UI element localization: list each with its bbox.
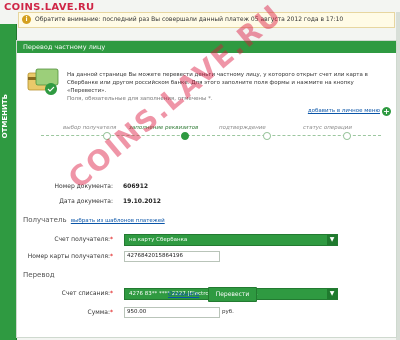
- template-link[interactable]: выбрать из шаблонов платежей: [71, 218, 165, 224]
- intro-text: На данной странице Вы можете перевести д…: [67, 71, 387, 103]
- account-select-value: на карту Сбербанка: [129, 237, 188, 243]
- step-dot-3: [263, 132, 271, 140]
- amount-unit: руб.: [222, 309, 234, 315]
- info-icon: i: [22, 15, 31, 24]
- card-label: Номер карты получателя:*: [27, 253, 113, 260]
- notice-text: Обратите внимание: последний раз Вы сове…: [35, 16, 344, 23]
- amount-label: Сумма:*: [87, 309, 114, 316]
- chevron-down-icon[interactable]: ▼: [327, 235, 337, 245]
- recipient-section: Получатель выбрать из шаблонов платежей: [23, 216, 165, 224]
- account-select[interactable]: на карту Сбербанка ▼: [124, 234, 338, 246]
- side-tab-label: ОТМЕНИТЬ: [1, 94, 9, 139]
- transfer-section-title: Перевод: [23, 271, 55, 279]
- step-dot-2: [181, 132, 189, 140]
- account-label: Счет получателя:*: [54, 236, 113, 243]
- notice-banner: i Обратите внимание: последний раз Вы со…: [18, 12, 395, 28]
- required-note: Поля, обязательные для заполнения, отмеч…: [67, 96, 213, 102]
- step-label-4: статус операции: [303, 125, 352, 131]
- steps-line: [41, 135, 381, 136]
- recipient-section-title: Получатель: [23, 216, 67, 224]
- doc-number-label: Номер документа:: [54, 183, 113, 190]
- panel-title: Перевод частному лицу: [23, 43, 106, 51]
- doc-number-value: 606912: [123, 183, 149, 190]
- side-cancel-tab[interactable]: ОТМЕНИТЬ: [0, 24, 17, 340]
- doc-date-value: 19.10.2012: [123, 198, 161, 205]
- cancel-link[interactable]: Отменить: [168, 291, 199, 298]
- step-label-3: подтверждение: [219, 125, 266, 131]
- chevron-down-icon[interactable]: ▼: [327, 289, 337, 299]
- add-to-menu-link[interactable]: добавить в личное меню: [308, 108, 380, 114]
- doc-date-label: Дата документа:: [59, 198, 113, 205]
- debit-label: Счет списания:*: [61, 290, 113, 297]
- submit-button[interactable]: Перевести: [208, 287, 257, 302]
- transfer-section: Перевод: [23, 271, 55, 279]
- progress-steps: выбор получателя заполнение реквизитов п…: [41, 125, 381, 140]
- card-number-field[interactable]: 4276842015864196: [124, 251, 220, 262]
- step-dot-4: [343, 132, 351, 140]
- amount-field[interactable]: 950.00: [124, 307, 220, 318]
- payment-card-icon: [27, 68, 59, 95]
- plus-icon[interactable]: +: [382, 107, 391, 116]
